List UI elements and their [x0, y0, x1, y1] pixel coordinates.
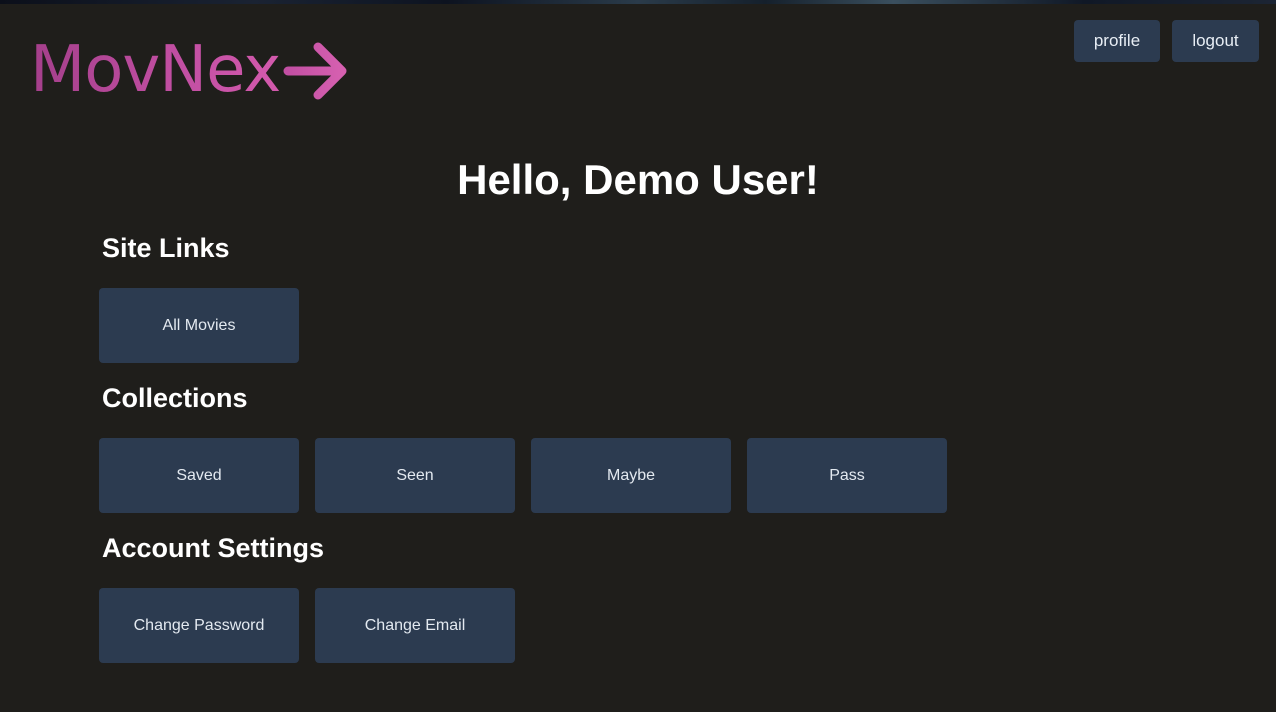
right-arrow-icon [283, 42, 347, 100]
top-banner-strip [0, 0, 1276, 4]
all-movies-button[interactable]: All Movies [99, 288, 299, 363]
profile-button[interactable]: profile [1074, 20, 1160, 62]
maybe-button[interactable]: Maybe [531, 438, 731, 513]
change-password-button[interactable]: Change Password [99, 588, 299, 663]
section-title-site-links: Site Links [102, 233, 230, 263]
section-title-account-settings: Account Settings [102, 533, 325, 563]
pass-button[interactable]: Pass [747, 438, 947, 513]
seen-button[interactable]: Seen [315, 438, 515, 513]
greeting-heading: Hello, Demo User! [457, 156, 819, 203]
saved-button[interactable]: Saved [99, 438, 299, 513]
logo-text: MovNex [30, 30, 281, 110]
change-email-button[interactable]: Change Email [315, 588, 515, 663]
movnex-logo[interactable]: MovNex [30, 30, 350, 110]
logout-button[interactable]: logout [1172, 20, 1259, 62]
section-title-collections: Collections [102, 383, 248, 413]
